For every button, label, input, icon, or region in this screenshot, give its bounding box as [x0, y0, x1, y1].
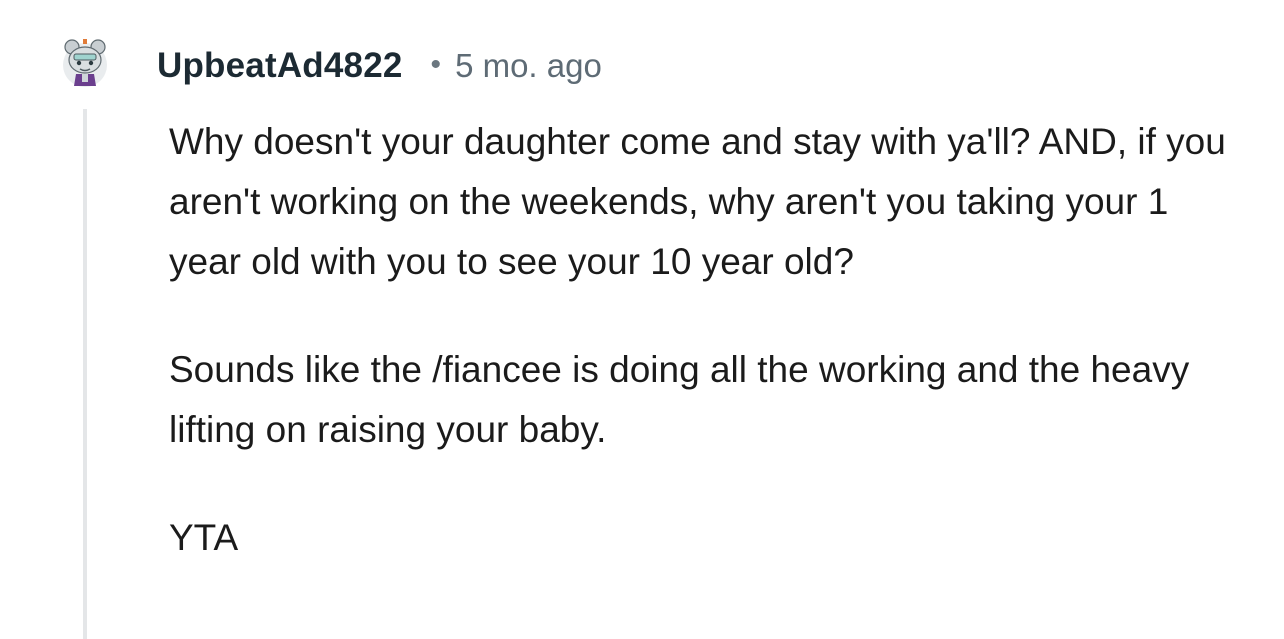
timestamp[interactable]: 5 mo. ago — [455, 47, 602, 85]
comment-paragraph: Sounds like the /fiancee is doing all th… — [169, 349, 1190, 450]
user-avatar[interactable] — [60, 38, 110, 88]
comment: UpbeatAd4822 • 5 mo. ago Why doesn't you… — [0, 0, 1284, 639]
comment-paragraph: YTA — [169, 517, 239, 558]
thread-collapse-line[interactable] — [83, 109, 87, 639]
comment-body: Why doesn't your daughter come and stay … — [169, 112, 1249, 568]
separator-dot: • — [430, 48, 442, 81]
comment-header: UpbeatAd4822 • 5 mo. ago — [157, 44, 602, 88]
username-link[interactable]: UpbeatAd4822 — [157, 46, 403, 86]
snoo-avatar-icon — [63, 39, 107, 87]
comment-paragraph: Why doesn't your daughter come and stay … — [169, 121, 1226, 282]
